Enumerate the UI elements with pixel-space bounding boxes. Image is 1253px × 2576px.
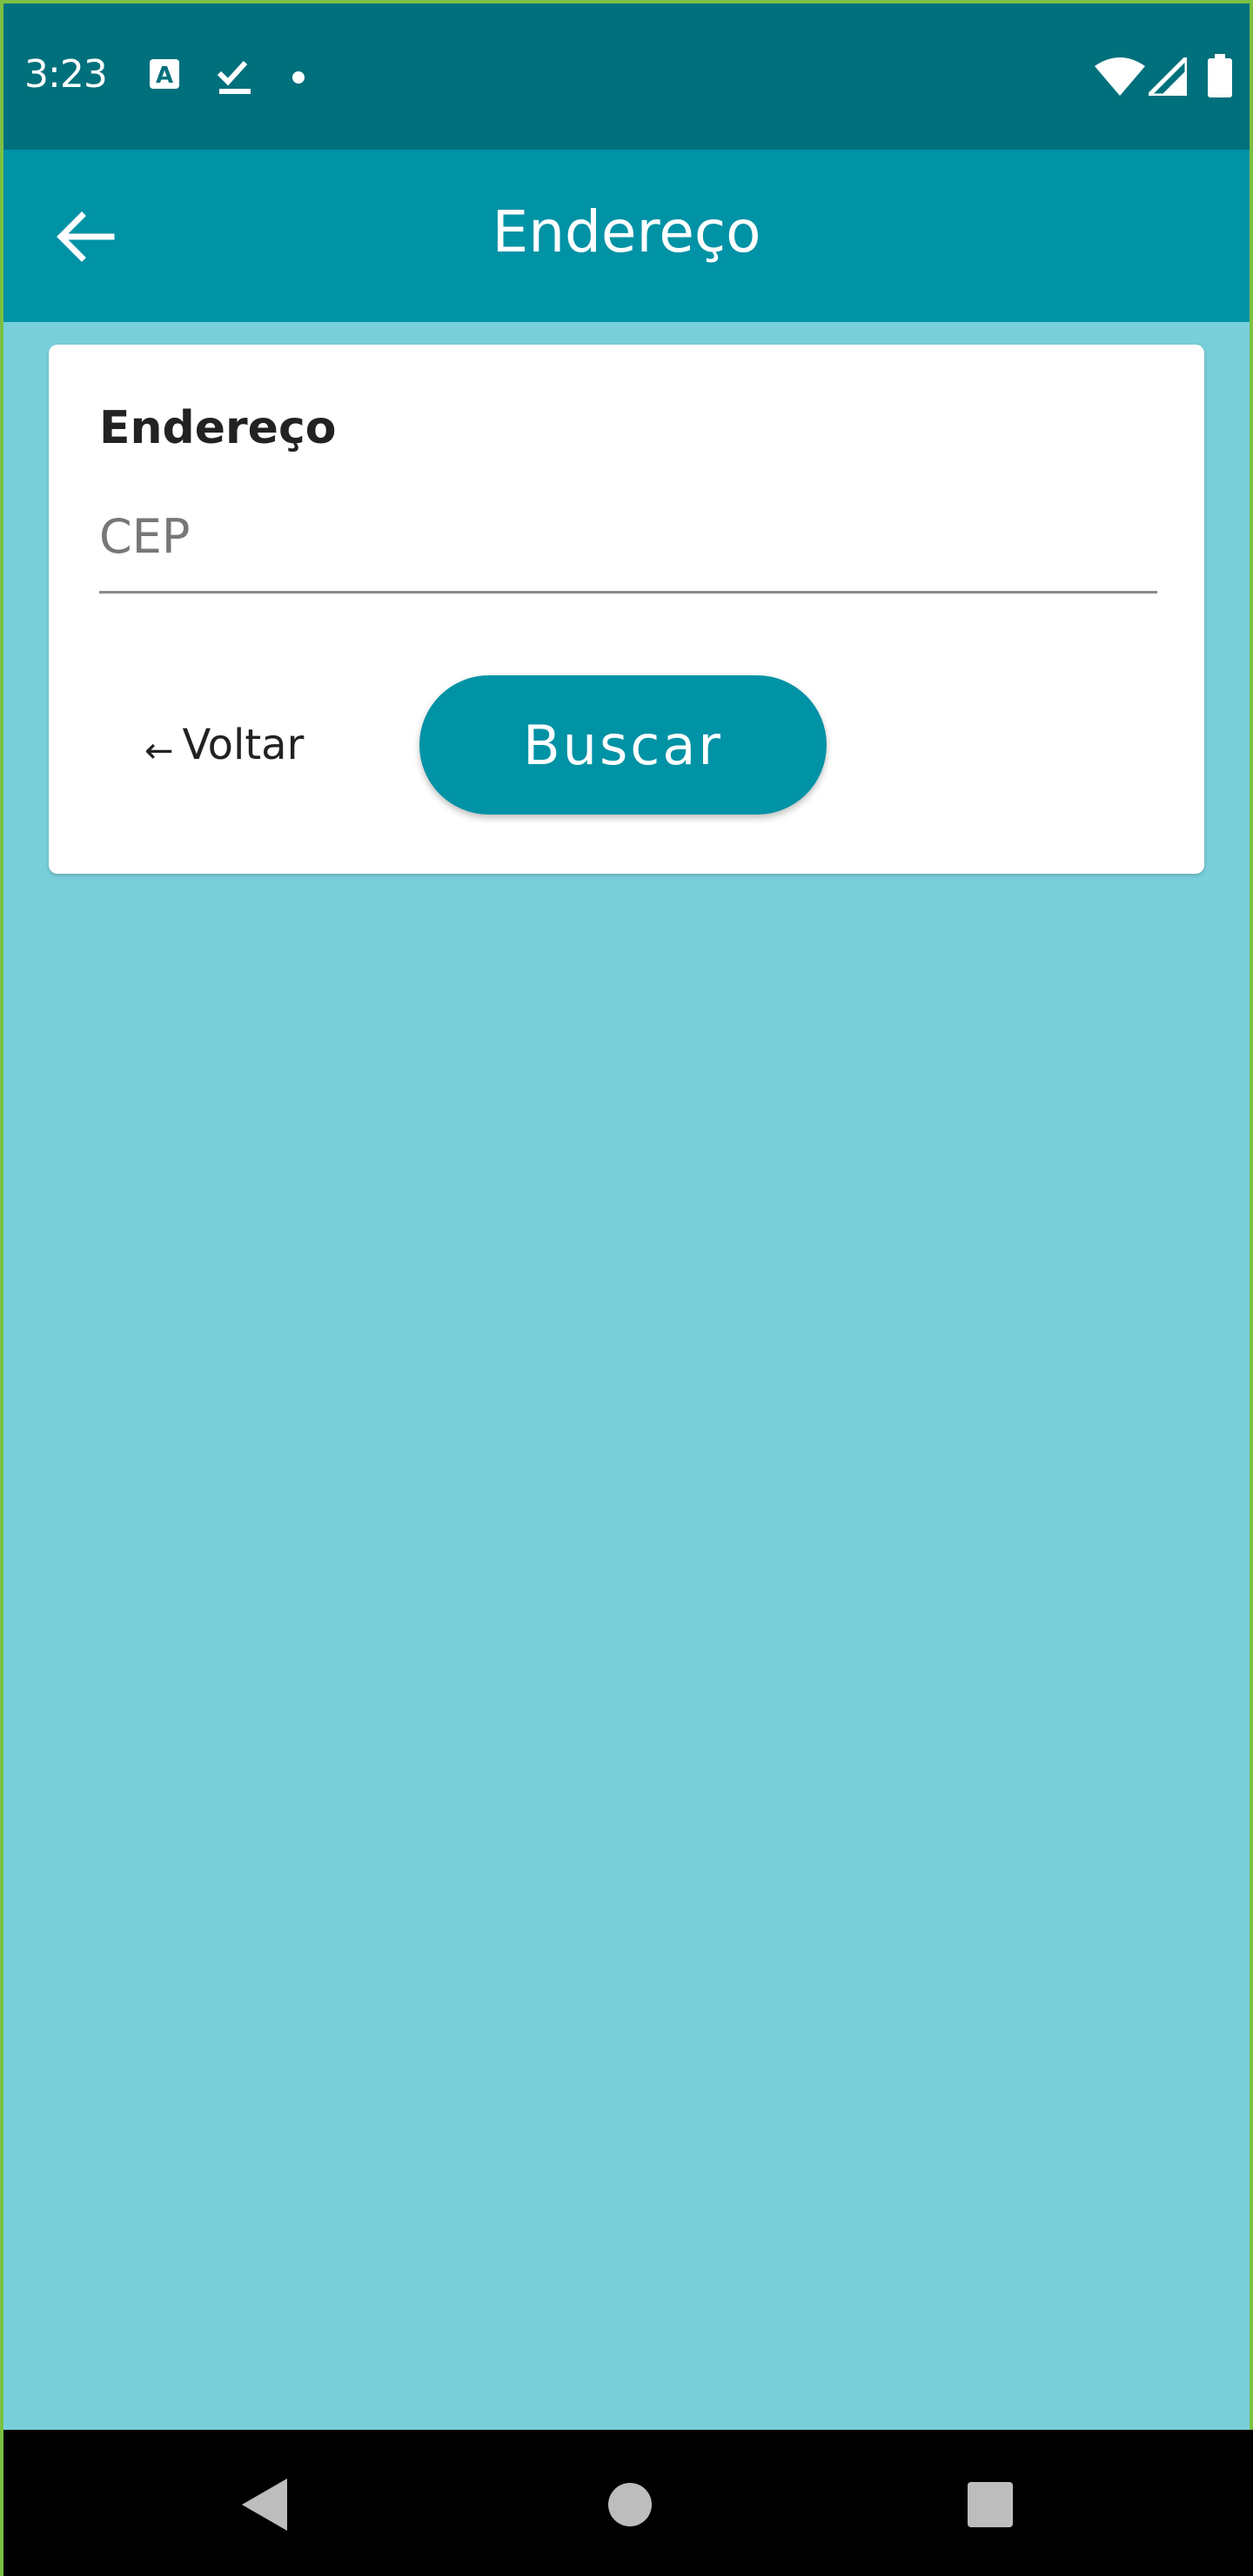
home-circle-icon[interactable]: [607, 2482, 653, 2532]
svg-text:A: A: [156, 63, 173, 89]
app-bar: Endereço: [3, 150, 1250, 322]
cep-input[interactable]: [99, 498, 1157, 594]
dot-icon: [292, 71, 305, 88]
card-title: Endereço: [99, 402, 337, 454]
status-time: 3:23: [24, 52, 108, 97]
wifi-icon: [1095, 57, 1145, 100]
check-download-icon: [216, 57, 254, 100]
buscar-button[interactable]: Buscar: [419, 675, 827, 815]
signal-icon: [1142, 51, 1189, 100]
address-card: Endereço ← Voltar Buscar: [49, 345, 1204, 874]
battery-icon: [1208, 54, 1232, 102]
back-triangle-icon[interactable]: [242, 2479, 287, 2535]
navigation-bar: [3, 2430, 1253, 2576]
status-bar: 3:23 A: [3, 3, 1250, 150]
voltar-button[interactable]: ← Voltar: [144, 719, 304, 771]
voltar-label: Voltar: [182, 721, 305, 769]
screen: 3:23 A Endereço Endereço CEP ← Voltar Bu…: [0, 0, 1253, 2576]
text-a-icon: A: [148, 57, 181, 95]
page-title: Endereço: [492, 198, 761, 265]
recents-square-icon[interactable]: [968, 2482, 1013, 2532]
arrow-left-small-icon: ←: [144, 731, 174, 771]
